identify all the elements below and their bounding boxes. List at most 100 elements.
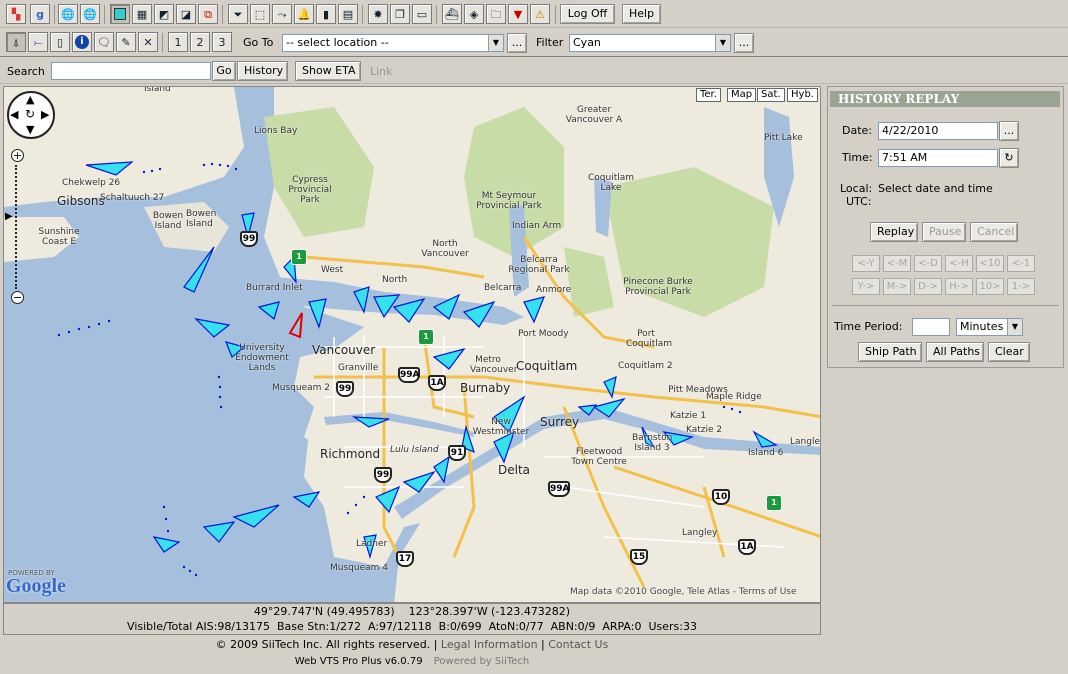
zoom-out-icon[interactable]: − bbox=[11, 291, 24, 304]
select-path-icon[interactable]: ⤳ bbox=[272, 4, 292, 24]
pause-button[interactable]: Pause bbox=[922, 222, 966, 242]
filter-more-button[interactable]: ... bbox=[734, 33, 754, 53]
pan-control[interactable]: ▲ ▼ ◀ ▶ ↻ bbox=[7, 91, 55, 139]
refresh-icon[interactable]: ↻ bbox=[999, 148, 1019, 168]
main-toolbar: ▚ g 🌐 🌐 ▦ ◩ ◪ ⧉ ⏷ ⬚ ⤳ 🔔 ▮ ▤ ✸ ❐ ▭ ⛴ ◈ 🗀 … bbox=[0, 2, 1068, 28]
place-label: Katzie 2 bbox=[686, 425, 723, 435]
search-go-button[interactable]: Go bbox=[212, 61, 236, 81]
link-2-icon[interactable]: 2 bbox=[190, 32, 210, 52]
contact-link[interactable]: Contact Us bbox=[548, 638, 608, 651]
pan-right-icon[interactable]: ▶ bbox=[41, 108, 49, 121]
map-attribution[interactable]: Map data ©2010 Google, Tele Atlas - Term… bbox=[570, 587, 797, 597]
search-label: Search bbox=[7, 65, 45, 78]
alarm-bell-icon[interactable]: 🔔 bbox=[294, 4, 314, 24]
filter-select[interactable]: Cyan ▼ bbox=[569, 34, 731, 52]
back-year-button[interactable]: <-Y bbox=[852, 255, 880, 272]
search-input[interactable] bbox=[51, 62, 211, 80]
logoff-button[interactable]: Log Off bbox=[560, 4, 615, 24]
place-label: Belcarra Regional Park bbox=[508, 255, 570, 275]
map-terrain-icon[interactable]: ◩ bbox=[154, 4, 174, 24]
goto-select[interactable]: -- select location -- ▼ bbox=[282, 34, 504, 52]
map-type-satellite[interactable]: Sat. bbox=[757, 88, 785, 102]
replay-button[interactable]: Replay bbox=[870, 222, 918, 242]
goto-more-button[interactable]: ... bbox=[507, 33, 527, 53]
back-month-button[interactable]: <-M bbox=[883, 255, 911, 272]
pan-down-icon[interactable]: ▼ bbox=[26, 123, 34, 136]
fwd-day-button[interactable]: D-> bbox=[914, 278, 942, 295]
legal-link[interactable]: Legal Information bbox=[441, 638, 538, 651]
fwd-month-button[interactable]: M-> bbox=[883, 278, 911, 295]
map-view[interactable]: Ter. Map Sat. Hyb. ▲ ▼ ◀ ▶ ↻ + ▶ − Islan… bbox=[3, 86, 821, 603]
date-picker-button[interactable]: ... bbox=[999, 121, 1019, 141]
layer-cyan-icon[interactable] bbox=[110, 4, 130, 24]
windows-icon[interactable]: ▚ bbox=[6, 4, 26, 24]
fwd-hour-button[interactable]: H-> bbox=[945, 278, 973, 295]
map-type-hybrid[interactable]: Hyb. bbox=[787, 88, 818, 102]
separator: | bbox=[433, 638, 441, 651]
vessel-icon[interactable]: ⛴ bbox=[442, 4, 462, 24]
panel-icon[interactable]: ▤ bbox=[338, 4, 358, 24]
highway-shield: 1A bbox=[428, 375, 446, 391]
back-1-button[interactable]: <-1 bbox=[1007, 255, 1035, 272]
cancel-button[interactable]: Cancel bbox=[970, 222, 1018, 242]
clear-button[interactable]: Clear bbox=[988, 342, 1030, 362]
folder-icon[interactable]: 🗀 bbox=[486, 4, 506, 24]
map-zoom-icon[interactable]: ◪ bbox=[176, 4, 196, 24]
pencil-icon[interactable]: ✎ bbox=[116, 32, 136, 52]
show-eta-button[interactable]: Show ETA bbox=[295, 61, 361, 81]
google-logo[interactable]: Google bbox=[6, 575, 66, 598]
pan-up-icon[interactable]: ▲ bbox=[26, 93, 34, 106]
measure-tool-icon[interactable]: ⤚ bbox=[28, 32, 48, 52]
phone-icon[interactable]: ▯ bbox=[50, 32, 70, 52]
select-area-icon[interactable]: ⬚ bbox=[250, 4, 270, 24]
warning-icon[interactable]: ⚠ bbox=[530, 4, 550, 24]
zoom-slider[interactable] bbox=[15, 165, 19, 289]
period-input[interactable] bbox=[912, 318, 950, 336]
globe-settings-icon[interactable]: 🌐 bbox=[80, 4, 100, 24]
map-type-map[interactable]: Map bbox=[727, 88, 757, 102]
map-grid-icon[interactable]: ▦ bbox=[132, 4, 152, 24]
time-input[interactable]: 7:51 AM bbox=[878, 149, 998, 167]
date-label: Date: bbox=[842, 124, 872, 137]
weather-sun-icon[interactable]: ✸ bbox=[368, 4, 388, 24]
map-canvas[interactable] bbox=[4, 87, 821, 603]
back-10-button[interactable]: <10 bbox=[976, 255, 1004, 272]
status-bar: 49°29.747'N (49.495783) 123°28.397'W (-1… bbox=[3, 603, 821, 635]
zoom-in-icon[interactable]: + bbox=[11, 149, 24, 162]
link-3-icon[interactable]: 3 bbox=[212, 32, 232, 52]
pointer-tool-icon[interactable]: ⍋ bbox=[6, 32, 26, 52]
highway-shield: 99 bbox=[374, 467, 392, 483]
history-button[interactable]: History bbox=[237, 61, 288, 81]
all-paths-button[interactable]: All Paths bbox=[926, 342, 984, 362]
zoom-handle-icon[interactable]: ▶ bbox=[5, 211, 13, 222]
copy-icon[interactable]: ❐ bbox=[390, 4, 410, 24]
google-icon[interactable]: g bbox=[30, 4, 50, 24]
close-x-icon[interactable]: ✕ bbox=[138, 32, 158, 52]
back-hour-button[interactable]: <-H bbox=[945, 255, 973, 272]
link-label[interactable]: Link bbox=[370, 62, 393, 82]
overlay-icon[interactable]: ⧉ bbox=[198, 4, 218, 24]
info-icon[interactable]: i bbox=[72, 32, 92, 52]
place-label: Langley bbox=[682, 528, 718, 538]
footer-version: Web VTS Pro Plus v6.0.79 Powered by SiiT… bbox=[3, 655, 821, 669]
link-1-icon[interactable]: 1 bbox=[168, 32, 188, 52]
highway-shield: 99A bbox=[398, 367, 420, 383]
fwd-year-button[interactable]: Y-> bbox=[852, 278, 880, 295]
globe-icon[interactable]: 🌐 bbox=[58, 4, 78, 24]
ship-path-button[interactable]: Ship Path bbox=[858, 342, 922, 362]
marker-icon[interactable]: ▼ bbox=[508, 4, 528, 24]
period-unit-select[interactable]: Minutes ▼ bbox=[956, 318, 1023, 336]
back-day-button[interactable]: <-D bbox=[914, 255, 942, 272]
fwd-10-button[interactable]: 10> bbox=[976, 278, 1004, 295]
chart-icon[interactable]: ◈ bbox=[464, 4, 484, 24]
reset-icon[interactable]: ↻ bbox=[25, 107, 35, 121]
map-type-terrain[interactable]: Ter. bbox=[696, 88, 721, 102]
pan-left-icon[interactable]: ◀ bbox=[10, 108, 18, 121]
device-icon[interactable]: ▮ bbox=[316, 4, 336, 24]
filter-icon[interactable]: ⏷ bbox=[228, 4, 248, 24]
date-input[interactable]: 4/22/2010 bbox=[878, 122, 998, 140]
help-button[interactable]: Help bbox=[622, 4, 661, 24]
fwd-1-button[interactable]: 1-> bbox=[1007, 278, 1035, 295]
comment-icon[interactable]: 🗨 bbox=[94, 32, 114, 52]
monitor-icon[interactable]: ▭ bbox=[412, 4, 432, 24]
